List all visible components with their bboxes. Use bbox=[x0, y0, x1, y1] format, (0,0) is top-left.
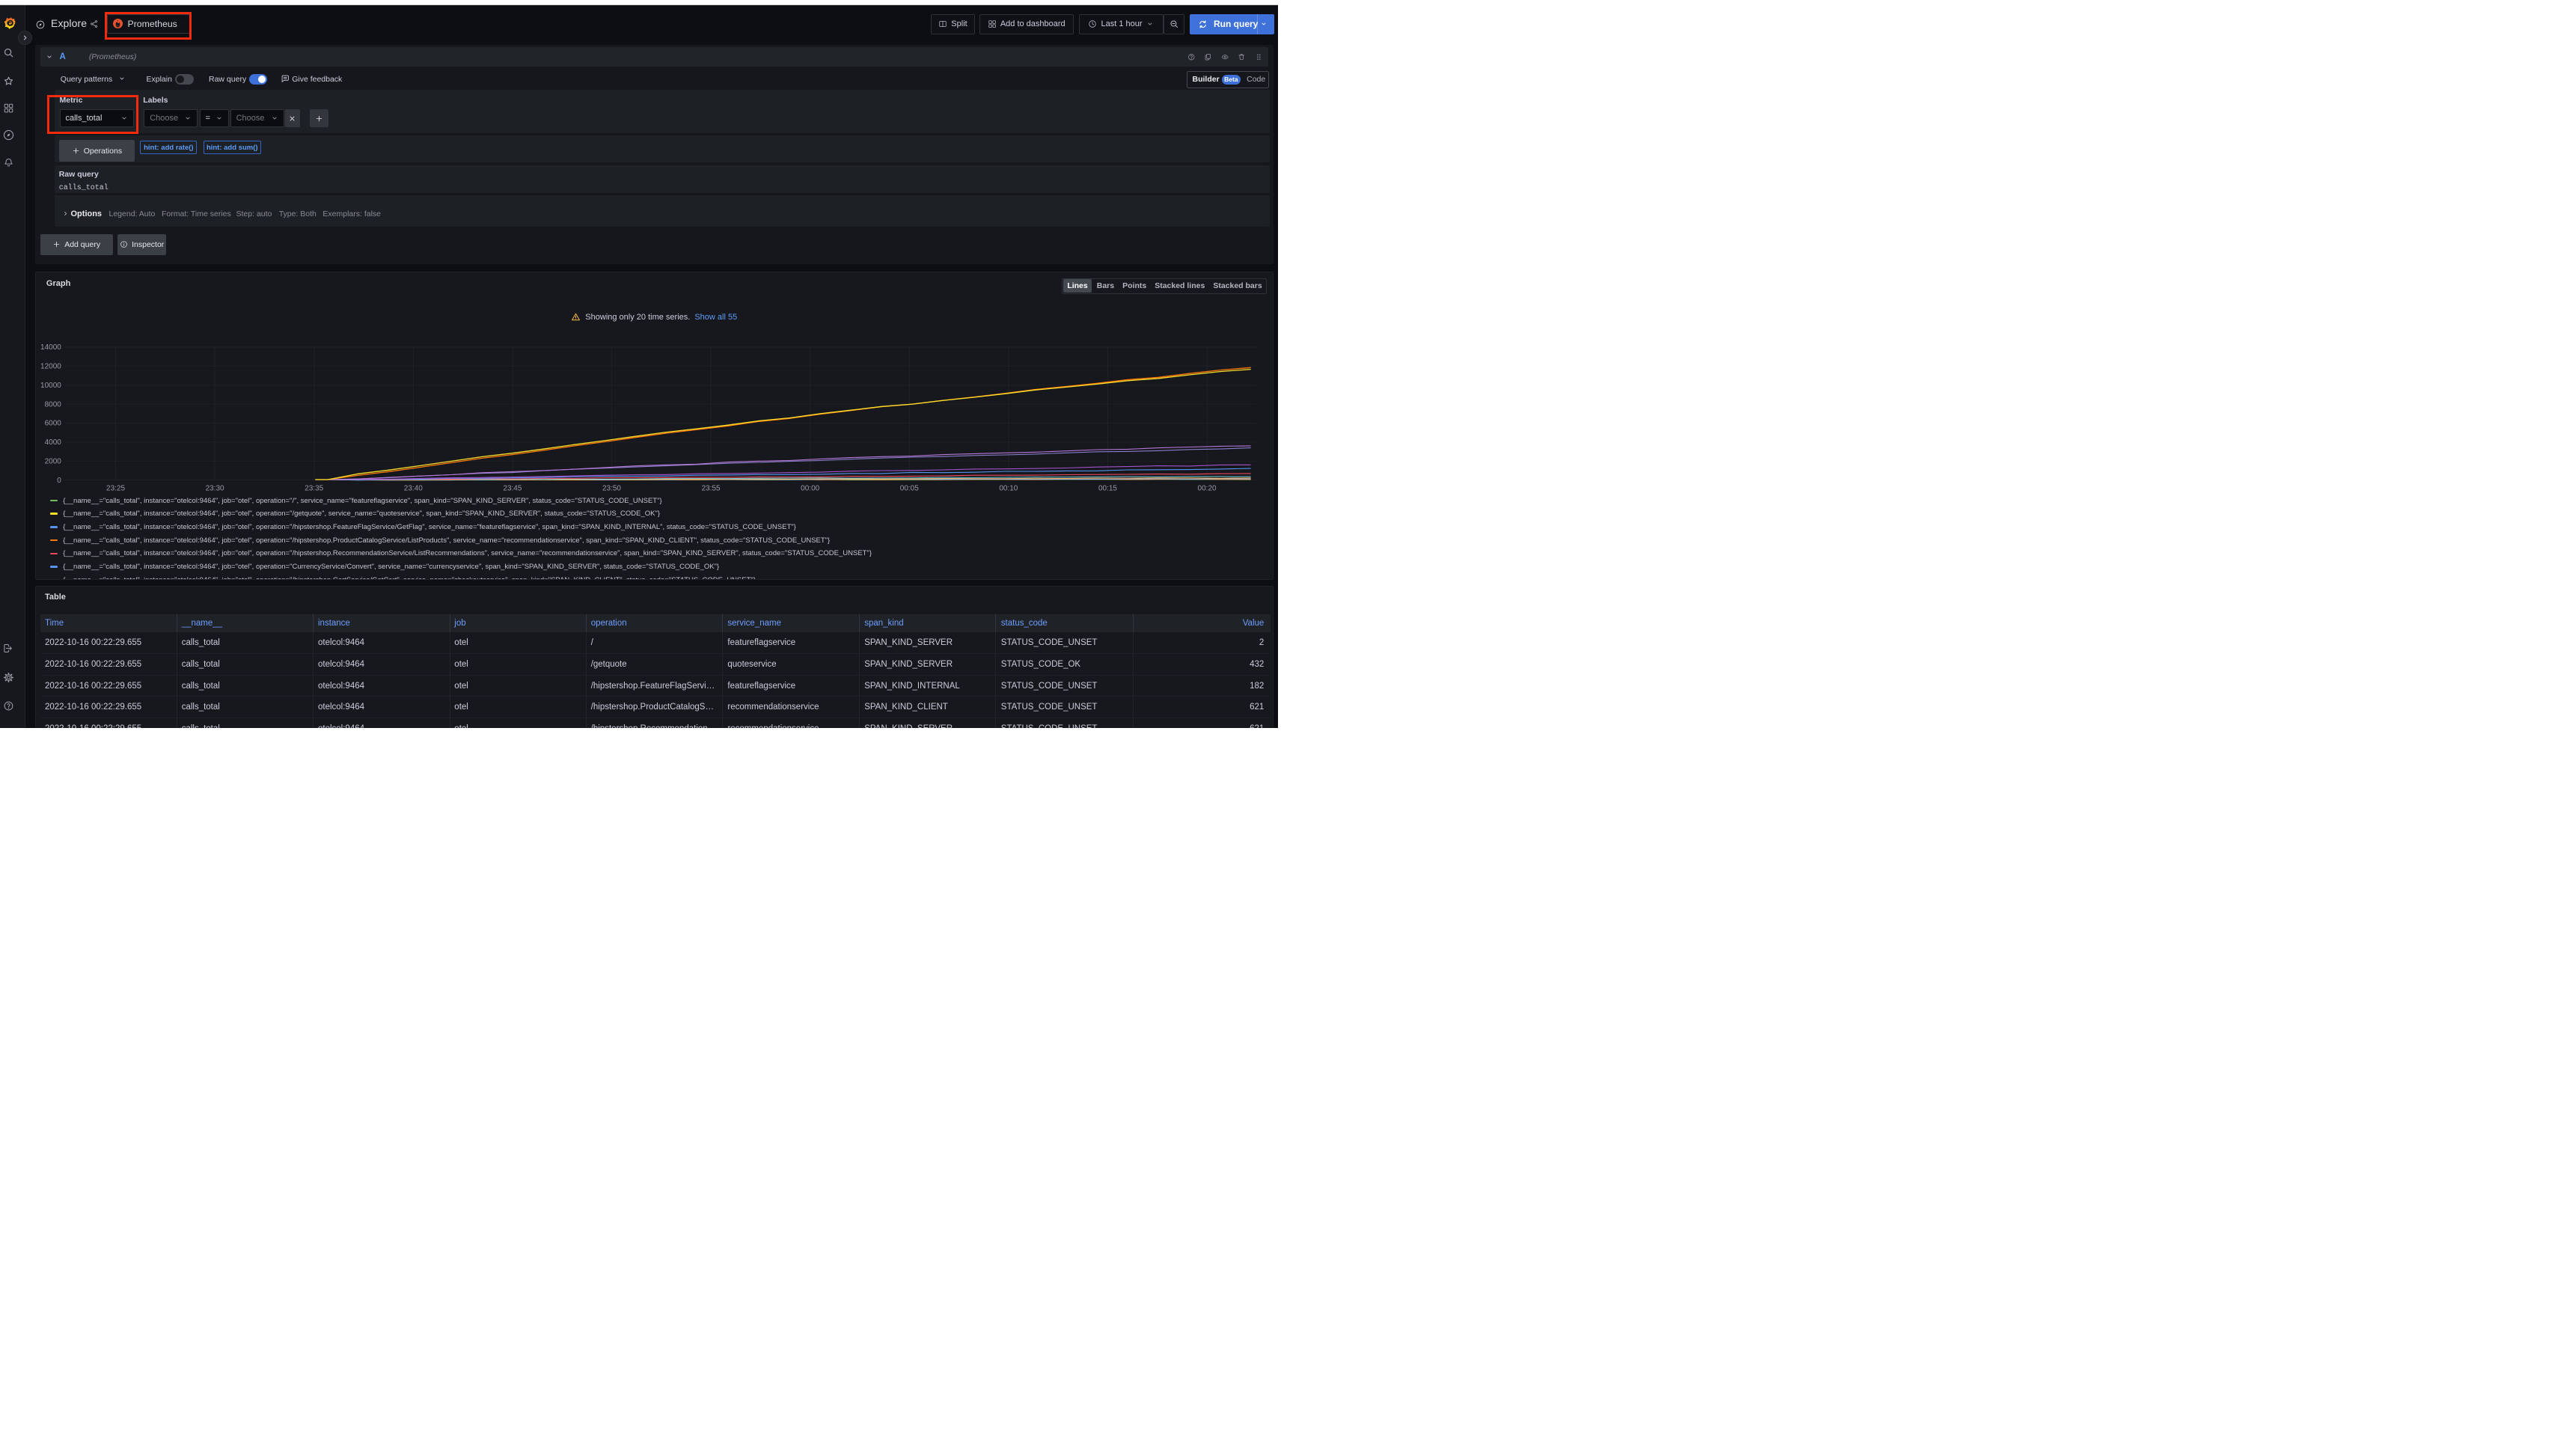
svg-text:10000: 10000 bbox=[40, 382, 61, 390]
svg-text:2000: 2000 bbox=[45, 457, 62, 465]
svg-text:23:30: 23:30 bbox=[206, 484, 224, 492]
svg-text:23:40: 23:40 bbox=[404, 484, 423, 492]
svg-text:23:55: 23:55 bbox=[702, 484, 721, 492]
svg-text:00:20: 00:20 bbox=[1198, 484, 1217, 492]
svg-text:00:15: 00:15 bbox=[1098, 484, 1117, 492]
svg-text:00:05: 00:05 bbox=[900, 484, 919, 492]
svg-text:4000: 4000 bbox=[45, 438, 62, 447]
svg-text:14000: 14000 bbox=[40, 343, 61, 352]
svg-text:12000: 12000 bbox=[40, 362, 61, 370]
svg-text:8000: 8000 bbox=[45, 400, 62, 409]
svg-text:23:50: 23:50 bbox=[602, 484, 621, 492]
svg-text:23:25: 23:25 bbox=[106, 484, 125, 492]
svg-text:23:45: 23:45 bbox=[503, 484, 522, 492]
svg-text:23:35: 23:35 bbox=[305, 484, 323, 492]
svg-text:6000: 6000 bbox=[45, 420, 62, 428]
svg-text:00:00: 00:00 bbox=[801, 484, 819, 492]
svg-text:0: 0 bbox=[57, 477, 61, 485]
svg-text:00:10: 00:10 bbox=[999, 484, 1018, 492]
